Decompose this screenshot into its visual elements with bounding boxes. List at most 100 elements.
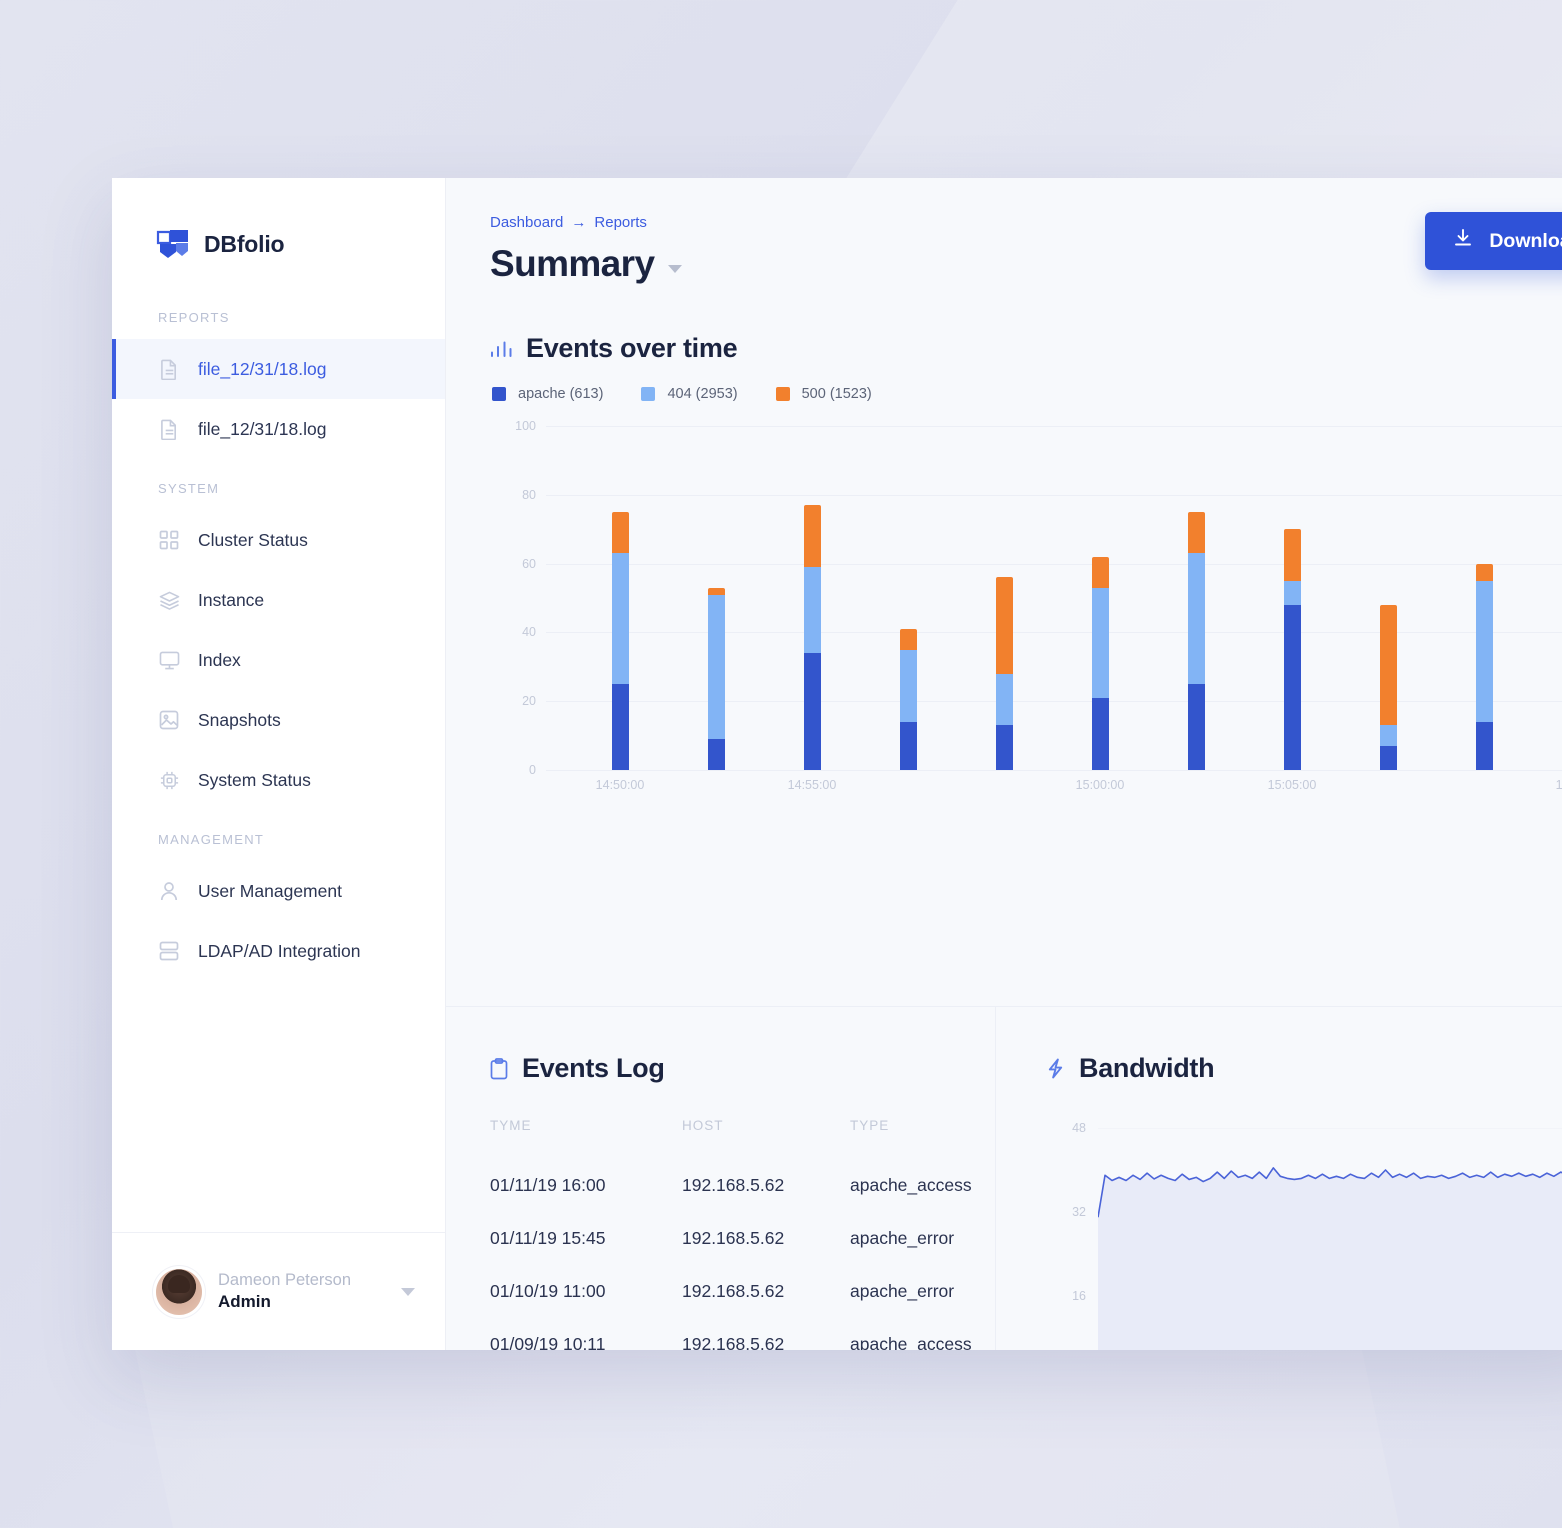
- chart-bar[interactable]: [900, 628, 917, 770]
- bar-segment-404: [612, 553, 629, 684]
- download-csv-label: Download CSV: [1489, 229, 1562, 252]
- events-log-panel: Events Log TYME HOST TYPE 01/11/19 16:00…: [446, 1007, 996, 1350]
- sidebar-item-label: System Status: [198, 769, 311, 790]
- bar-segment-500: [1380, 604, 1397, 726]
- lightning-icon: [1046, 1058, 1065, 1079]
- chart-bar[interactable]: [1188, 512, 1205, 770]
- table-header-row: TYME HOST TYPE: [490, 1118, 995, 1159]
- bar-chart-icon: [490, 339, 512, 359]
- y-tick-label: 48: [1072, 1121, 1086, 1135]
- chart-bar[interactable]: [1476, 563, 1493, 770]
- y-tick-label: 80: [522, 487, 536, 502]
- chart-bar[interactable]: [708, 587, 725, 770]
- sidebar-item-system-status[interactable]: System Status: [112, 750, 445, 810]
- user-meta: Dameon Peterson Admin: [218, 1269, 385, 1314]
- sidebar-item-label: Cluster Status: [198, 529, 308, 550]
- chart-bar[interactable]: [1092, 556, 1109, 770]
- grid-icon: [158, 529, 180, 551]
- x-tick-label: 14:50:00: [595, 778, 645, 792]
- bandwidth-chart: 0B163248 16:0011/0916:0011/0916:0011/091…: [1046, 1121, 1562, 1350]
- brand[interactable]: DBfolio: [112, 178, 445, 274]
- file-icon: [158, 358, 180, 380]
- sidebar-item-label: file_12/31/18.log: [198, 418, 327, 439]
- sidebar-item-index[interactable]: Index: [112, 630, 445, 690]
- app-window: DBfolio REPORTS file_12/31/18.log file_1…: [112, 178, 1562, 1350]
- cell-tyme: 01/11/19 15:45: [490, 1228, 606, 1248]
- chart-bar[interactable]: [1380, 604, 1397, 770]
- y-tick-label: 60: [522, 556, 536, 571]
- breadcrumb-separator-icon: →: [571, 214, 587, 231]
- cell-tyme: 01/09/19 10:11: [490, 1334, 606, 1350]
- bar-segment-apache: [1284, 604, 1301, 770]
- bar-segment-500: [996, 577, 1013, 674]
- sidebar-section-management: MANAGEMENT: [158, 832, 265, 847]
- bar-segment-404: [708, 594, 725, 740]
- table-row[interactable]: 01/09/19 10:11 192.168.5.62 apache_access: [490, 1318, 995, 1350]
- legend-swatch-apache: [492, 387, 506, 401]
- sidebar-item-cluster-status[interactable]: Cluster Status: [112, 510, 445, 570]
- sidebar-item-file-2[interactable]: file_12/31/18.log: [112, 399, 445, 459]
- bandwidth-panel: Bandwidth 0B163248 16:0011/0916:0011/091…: [996, 1007, 1562, 1350]
- sidebar-item-file-1[interactable]: file_12/31/18.log: [112, 339, 445, 399]
- bar-segment-500: [900, 628, 917, 650]
- grid-line: [546, 770, 1562, 771]
- legend-item-500[interactable]: 500 (1523): [775, 386, 872, 402]
- chart-plot-area: [546, 426, 1562, 771]
- cell-tyme: 01/11/19 16:00: [490, 1175, 606, 1195]
- user-role: Admin: [218, 1292, 271, 1312]
- sidebar-item-snapshots[interactable]: Snapshots: [112, 690, 445, 750]
- file-icon: [158, 418, 180, 440]
- table-row[interactable]: 01/11/19 16:00 192.168.5.62 apache_access: [490, 1159, 995, 1212]
- y-tick-label: 40: [522, 625, 536, 640]
- legend-item-apache[interactable]: apache (613): [492, 386, 603, 402]
- sidebar-item-label: LDAP/AD Integration: [198, 940, 361, 961]
- cell-type: apache_error: [850, 1281, 955, 1301]
- bar-segment-apache: [708, 739, 725, 770]
- download-icon: [1453, 228, 1473, 254]
- cell-type: apache_access: [850, 1334, 972, 1350]
- chart-bar[interactable]: [996, 577, 1013, 770]
- sidebar-item-label: Index: [198, 649, 241, 670]
- chart-bar[interactable]: [804, 505, 821, 770]
- bandwidth-title: Bandwidth: [1079, 1053, 1215, 1083]
- legend-swatch-404: [641, 387, 656, 401]
- bar-segment-apache: [1188, 684, 1205, 770]
- y-tick-label: 16: [1072, 1289, 1086, 1303]
- sidebar-item-instance[interactable]: Instance: [112, 570, 445, 630]
- page-title-row: Summary: [490, 243, 1562, 285]
- bar-segment-500: [1284, 529, 1301, 581]
- sidebar-item-label: file_12/31/18.log: [198, 358, 327, 379]
- page-title: Summary: [490, 243, 655, 284]
- bar-segment-404: [1380, 725, 1397, 746]
- sidebar-item-ldap-ad-integration[interactable]: LDAP/AD Integration: [112, 921, 445, 981]
- table-row[interactable]: 01/10/19 11:00 192.168.5.62 apache_error: [490, 1265, 995, 1318]
- bar-segment-404: [900, 649, 917, 722]
- chevron-down-icon[interactable]: [668, 265, 683, 273]
- table-body: 01/11/19 16:00 192.168.5.62 apache_access 0…: [490, 1159, 995, 1350]
- main-content: Dashboard → Reports Summary Download CSV: [446, 178, 1562, 1350]
- chevron-down-icon[interactable]: [401, 1287, 415, 1296]
- table-row[interactable]: 01/11/19 15:45 192.168.5.62 apache_error: [490, 1212, 995, 1265]
- events-over-time-header: Events over time: [446, 285, 1562, 364]
- image-icon: [158, 709, 180, 731]
- y-tick-label: 32: [1072, 1205, 1086, 1219]
- x-tick-label: 15:10:00: [1555, 778, 1562, 792]
- bar-segment-500: [1092, 556, 1109, 588]
- y-tick-label: 20: [522, 694, 536, 709]
- legend-item-404[interactable]: 404 (2953): [641, 386, 738, 402]
- chart-x-axis: 14:50:00 14:55:00 15:00:00 15:05:00 15:10:00…: [546, 778, 1562, 808]
- events-log-title: Events Log: [522, 1053, 665, 1083]
- chart-bar[interactable]: [612, 512, 629, 770]
- server-icon: [158, 940, 180, 962]
- breadcrumb-root[interactable]: Dashboard: [490, 214, 563, 231]
- legend-label: 500 (1523): [801, 386, 872, 402]
- sidebar-item-user-management[interactable]: User Management: [112, 861, 445, 921]
- download-csv-button[interactable]: Download CSV: [1425, 212, 1562, 270]
- chart-bar[interactable]: [1284, 529, 1301, 770]
- user-profile[interactable]: Dameon Peterson Admin: [112, 1232, 445, 1350]
- chart-bars: [546, 426, 1562, 770]
- events-over-time-title: Events over time: [526, 333, 738, 363]
- bar-segment-500: [612, 512, 629, 554]
- breadcrumb-current[interactable]: Reports: [594, 214, 647, 231]
- sidebar-item-label: User Management: [198, 880, 342, 901]
